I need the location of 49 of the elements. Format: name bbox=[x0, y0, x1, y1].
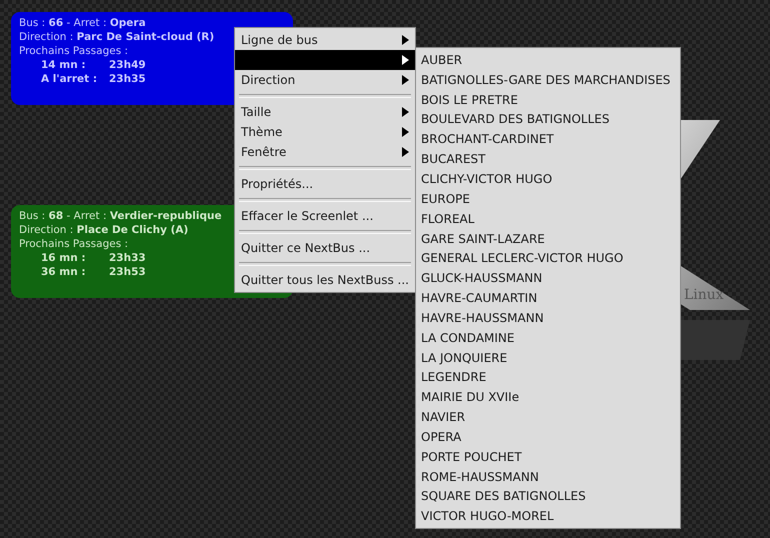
menu-item[interactable]: Taille bbox=[235, 102, 415, 122]
menu-item[interactable]: LA CONDAMINE bbox=[416, 328, 680, 348]
menu-item[interactable]: Quitter ce NextBus ... bbox=[235, 238, 415, 258]
menu-item[interactable]: Thème bbox=[235, 122, 415, 142]
menu-item[interactable]: VICTOR HUGO-MOREL bbox=[416, 506, 680, 526]
menu-item[interactable]: SQUARE DES BATIGNOLLES bbox=[416, 486, 680, 506]
menu-item[interactable]: CLICHY-VICTOR HUGO bbox=[416, 169, 680, 189]
menu-item[interactable]: LA JONQUIERE bbox=[416, 348, 680, 368]
menu-item[interactable]: HAVRE-HAUSSMANN bbox=[416, 308, 680, 328]
menu-item[interactable]: BROCHANT-CARDINET bbox=[416, 129, 680, 150]
passage-label: 16 mn : bbox=[41, 251, 87, 265]
direction-text: Direction : Place De Clichy (A) bbox=[19, 223, 188, 237]
menu-item[interactable]: Quitter tous les NextBuss ... bbox=[235, 270, 415, 290]
passages-heading: Prochains Passages : bbox=[19, 44, 128, 58]
menu-item[interactable]: GLUCK-HAUSSMANN bbox=[416, 268, 680, 288]
direction-text: Direction : Parc De Saint-cloud (R) bbox=[19, 30, 214, 44]
menu-item[interactable] bbox=[235, 50, 415, 70]
menu-item[interactable]: AUBER bbox=[416, 50, 680, 70]
menu-item[interactable]: ROME-HAUSSMANN bbox=[416, 466, 680, 487]
bus-stop-text: Bus : 66 - Arret : Opera bbox=[19, 16, 146, 30]
menu-item[interactable]: BOULEVARD DES BATIGNOLLES bbox=[416, 110, 680, 130]
menu-item[interactable]: Effacer le Screenlet ... bbox=[235, 206, 415, 226]
passage-label: 14 mn : bbox=[41, 58, 87, 72]
menu-item[interactable]: HAVRE-CAUMARTIN bbox=[416, 288, 680, 308]
menu-item[interactable]: LEGENDRE bbox=[416, 368, 680, 388]
passage-time: 23h33 bbox=[109, 251, 146, 265]
menu-item[interactable]: Propriétés... bbox=[235, 174, 415, 194]
menu-item[interactable]: OPERA bbox=[416, 427, 680, 447]
passages-heading: Prochains Passages : bbox=[19, 237, 128, 251]
passage-label: A l'arret : bbox=[41, 72, 98, 86]
menu-item[interactable]: Direction bbox=[235, 70, 415, 90]
passage-time: 23h49 bbox=[109, 58, 146, 72]
logo-caption: Linux bbox=[684, 287, 724, 303]
menu-item[interactable]: EUROPE bbox=[416, 188, 680, 209]
menu-item[interactable]: GARE SAINT-LAZARE bbox=[416, 228, 680, 248]
menu-item[interactable]: PORTE POUCHET bbox=[416, 446, 680, 467]
menu-item[interactable]: FLOREAL bbox=[416, 208, 680, 229]
menu-item[interactable]: NAVIER bbox=[416, 407, 680, 428]
passage-label: 36 mn : bbox=[41, 265, 87, 279]
menu-item[interactable]: GENERAL LECLERC-VICTOR HUGO bbox=[416, 248, 680, 268]
passage-time: 23h35 bbox=[109, 72, 146, 86]
passage-time: 23h53 bbox=[109, 265, 146, 279]
menu-item[interactable]: Ligne de bus bbox=[235, 30, 415, 50]
menu-item[interactable]: BOIS LE PRETRE bbox=[416, 90, 680, 110]
menu-item[interactable]: BATIGNOLLES-GARE DES MARCHANDISES bbox=[416, 70, 680, 90]
menu-item[interactable]: BUCAREST bbox=[416, 149, 680, 170]
menu-item[interactable]: Fenêtre bbox=[235, 142, 415, 162]
bus-stop-text: Bus : 68 - Arret : Verdier-republique bbox=[19, 209, 222, 223]
menu-item[interactable]: MAIRIE DU XVIIe bbox=[416, 387, 680, 408]
